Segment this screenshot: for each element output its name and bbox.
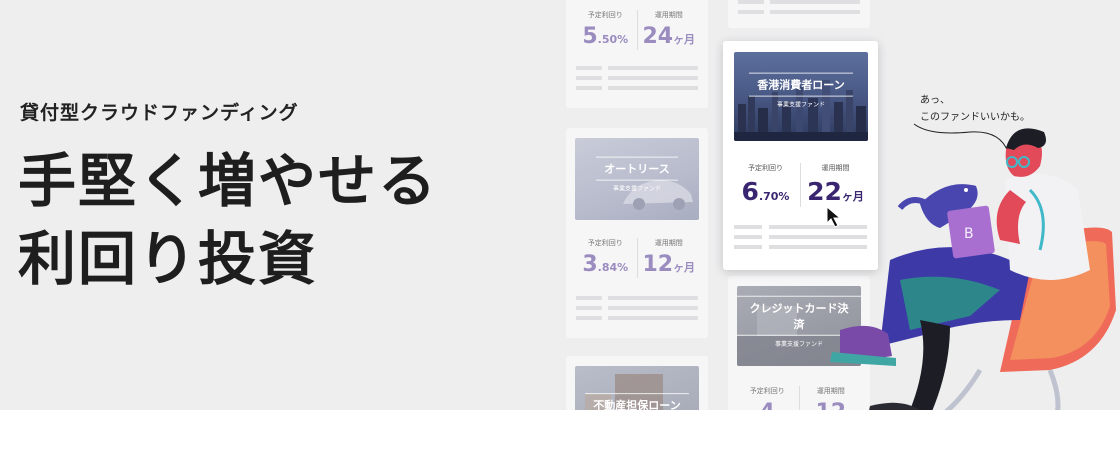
yield-value: 3.84% [582, 252, 629, 277]
speech-line1: あっ、 [920, 95, 950, 106]
placeholder-lines [738, 0, 860, 20]
fund-card-top-right[interactable] [728, 0, 870, 28]
fund-metrics: 予定利回り 3.84% 運用期間 12ヶ月 [574, 238, 700, 278]
bottom-band [0, 410, 1120, 452]
fund-metrics: 予定利回り 5.50% 運用期間 24ヶ月 [574, 10, 700, 50]
yield-label: 予定利回り [749, 387, 785, 395]
hero-headline-line2: 利回り投資 [18, 225, 319, 293]
fund-title: 不動産担保ローン [585, 393, 689, 410]
hero-eyebrow: 貸付型クラウドファンディング [20, 102, 299, 124]
period-metric: 運用期間 24ヶ月 [636, 10, 701, 50]
fund-thumbnail: オートリース 事業支援ファンド [575, 138, 699, 220]
yield-metric: 予定利回り 6.70% [731, 163, 800, 207]
yield-label: 予定利回り [587, 11, 623, 19]
yield-label: 予定利回り [748, 164, 783, 172]
period-value: 24ヶ月 [642, 24, 696, 49]
period-metric: 運用期間 12ヶ月 [636, 238, 701, 278]
hero-headline: 手堅く増やせる 利回り投資 [18, 142, 438, 298]
placeholder-lines [576, 296, 698, 326]
yield-value: 4 [736, 400, 799, 410]
fund-subtitle: 事業支援ファンド [776, 101, 825, 109]
hero-headline-line1: 手堅く増やせる [18, 147, 439, 215]
yield-metric: 予定利回り 4 [736, 386, 799, 410]
yield-value: 5.50% [582, 24, 629, 49]
fund-title: オートリース [596, 156, 678, 181]
laptop-logo: B [964, 226, 974, 242]
fund-title: 香港消費者ローン [749, 72, 853, 97]
yield-label: 予定利回り [587, 239, 623, 247]
period-label: 運用期間 [654, 239, 683, 247]
yield-value: 6.70% [741, 177, 790, 206]
fund-card-top-left[interactable]: 予定利回り 5.50% 運用期間 24ヶ月 [566, 0, 708, 108]
period-label: 運用期間 [654, 11, 683, 19]
yield-metric: 予定利回り 3.84% [574, 238, 637, 278]
placeholder-lines [576, 66, 698, 96]
yield-metric: 予定利回り 5.50% [574, 10, 637, 50]
period-value: 12ヶ月 [642, 252, 696, 277]
fund-card-auto-lease[interactable]: オートリース 事業支援ファンド 予定利回り 3.84% 運用期間 12ヶ月 [566, 128, 708, 338]
hero-banner: 貸付型クラウドファンディング 手堅く増やせる 利回り投資 予定利回り 5.50%… [0, 0, 1120, 410]
fund-subtitle: 事業支援ファンド [612, 185, 661, 193]
investor-illustration: B [830, 128, 1116, 410]
fund-card-real-estate[interactable]: 不動産担保ローン [566, 356, 708, 410]
fund-thumbnail: 不動産担保ローン [575, 366, 699, 410]
